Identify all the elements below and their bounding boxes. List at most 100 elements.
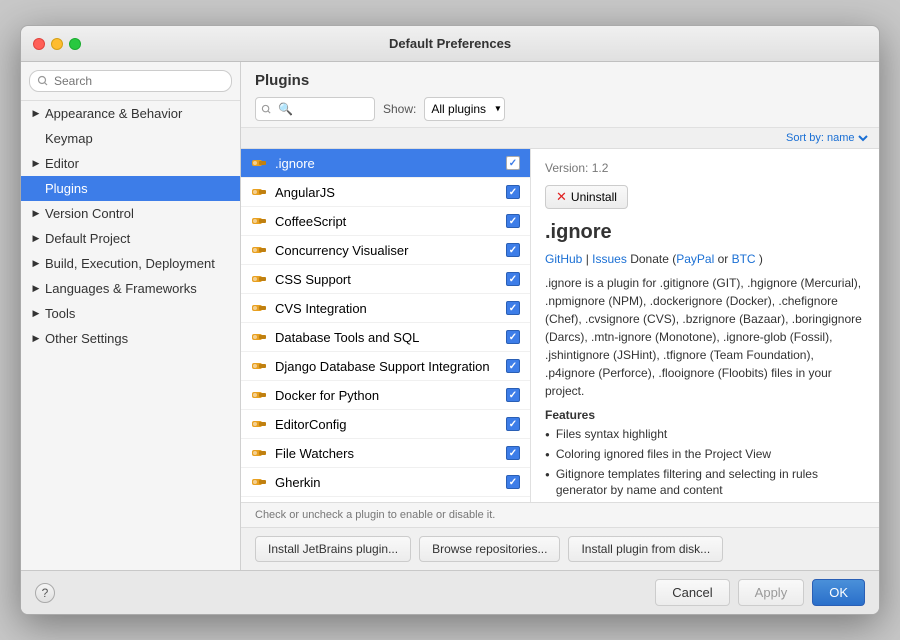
plugin-item-css[interactable]: CSS Support bbox=[241, 265, 530, 294]
plugin-name: CVS Integration bbox=[275, 301, 506, 316]
plugin-item-filewatchers[interactable]: File Watchers bbox=[241, 439, 530, 468]
issues-link[interactable]: Issues bbox=[592, 252, 627, 266]
paypal-link[interactable]: PayPal bbox=[676, 252, 714, 266]
arrow-icon: ▶ bbox=[31, 159, 41, 169]
plugin-item-django[interactable]: Django Database Support Integration bbox=[241, 352, 530, 381]
plugin-checkbox[interactable] bbox=[506, 475, 520, 489]
plugin-checkbox[interactable] bbox=[506, 214, 520, 228]
plugin-item-concurrency[interactable]: Concurrency Visualiser bbox=[241, 236, 530, 265]
sidebar-item-other-settings[interactable]: ▶Other Settings bbox=[21, 326, 240, 351]
sort-dropdown[interactable]: Sort by: name bbox=[782, 131, 871, 145]
install-jetbrains-button[interactable]: Install JetBrains plugin... bbox=[255, 536, 411, 562]
sidebar-item-label: Other Settings bbox=[45, 331, 128, 346]
plugin-checkbox[interactable] bbox=[506, 156, 520, 170]
github-link[interactable]: GitHub bbox=[545, 252, 582, 266]
show-label: Show: bbox=[383, 102, 416, 116]
sidebar-item-tools[interactable]: ▶ Tools bbox=[21, 301, 240, 326]
plugin-name: .ignore bbox=[275, 156, 506, 171]
cancel-button[interactable]: Cancel bbox=[655, 579, 729, 606]
sidebar-item-default-project[interactable]: ▶Default Project bbox=[21, 226, 240, 251]
plugin-item-coffeescript[interactable]: CoffeeScript bbox=[241, 207, 530, 236]
sidebar-item-languages[interactable]: ▶Languages & Frameworks bbox=[21, 276, 240, 301]
show-dropdown[interactable]: All pluginsEnabledDisabledBundledCustom bbox=[424, 97, 505, 121]
feature-item: Files syntax highlight bbox=[545, 426, 865, 443]
plugin-checkbox[interactable] bbox=[506, 388, 520, 402]
window-title: Default Preferences bbox=[389, 36, 511, 51]
traffic-lights bbox=[33, 38, 81, 50]
btc-link[interactable]: BTC bbox=[732, 252, 756, 266]
plugin-icon bbox=[251, 155, 267, 171]
arrow-icon: ▶ bbox=[31, 209, 41, 219]
plugin-checkbox[interactable] bbox=[506, 359, 520, 373]
detail-desc-title: .ignore bbox=[545, 221, 865, 244]
sidebar-search-input[interactable] bbox=[29, 70, 232, 92]
plugin-name: AngularJS bbox=[275, 185, 506, 200]
show-dropdown-wrapper: All pluginsEnabledDisabledBundledCustom bbox=[424, 97, 505, 121]
close-button[interactable] bbox=[33, 38, 45, 50]
plugin-item-database[interactable]: Database Tools and SQL bbox=[241, 323, 530, 352]
arrow-icon: ▶ bbox=[31, 259, 41, 269]
plugin-checkbox[interactable] bbox=[506, 301, 520, 315]
plugin-icon bbox=[251, 242, 267, 258]
sidebar-item-label: Build, Execution, Deployment bbox=[45, 256, 215, 271]
sidebar-item-label: Tools bbox=[45, 306, 75, 321]
detail-version: Version: 1.2 bbox=[545, 161, 865, 175]
minimize-button[interactable] bbox=[51, 38, 63, 50]
help-button[interactable]: ? bbox=[35, 583, 55, 603]
arrow-icon: ▶ bbox=[31, 109, 41, 119]
plugins-content: .ignore AngularJS CoffeeScript Concurrency … bbox=[241, 149, 879, 502]
plugin-name: File Watchers bbox=[275, 446, 506, 461]
plugin-name: CoffeeScript bbox=[275, 214, 506, 229]
plugin-checkbox[interactable] bbox=[506, 272, 520, 286]
sidebar-item-version-control[interactable]: ▶Version Control bbox=[21, 201, 240, 226]
sidebar-item-build[interactable]: ▶ Build, Execution, Deployment bbox=[21, 251, 240, 276]
browse-repos-button[interactable]: Browse repositories... bbox=[419, 536, 560, 562]
sidebar-item-label: Appearance & Behavior bbox=[45, 106, 182, 121]
sidebar-item-keymap[interactable]: Keymap bbox=[21, 126, 240, 151]
plugin-icon bbox=[251, 445, 267, 461]
plugins-search-input[interactable] bbox=[255, 97, 375, 121]
panel-title: Plugins bbox=[255, 72, 865, 89]
uninstall-icon: ✕ bbox=[556, 189, 567, 205]
plugin-item-ignore[interactable]: .ignore bbox=[241, 149, 530, 178]
sort-bar: Sort by: name bbox=[241, 128, 879, 149]
plugin-checkbox[interactable] bbox=[506, 330, 520, 344]
plugin-icon bbox=[251, 387, 267, 403]
ok-button[interactable]: OK bbox=[812, 579, 865, 606]
uninstall-button[interactable]: ✕ Uninstall bbox=[545, 185, 628, 209]
plugin-list: .ignore AngularJS CoffeeScript Concurrency … bbox=[241, 149, 531, 502]
plugin-item-editorconfig[interactable]: EditorConfig bbox=[241, 410, 530, 439]
sidebar-search-container bbox=[21, 62, 240, 101]
plugin-name: Docker for Python bbox=[275, 388, 506, 403]
sidebar-item-editor[interactable]: ▶Editor bbox=[21, 151, 240, 176]
panel-header: Plugins Show: All pluginsEnabledDisabled… bbox=[241, 62, 879, 128]
sidebar-item-appearance[interactable]: ▶ Appearance & Behavior bbox=[21, 101, 240, 126]
arrow-icon: ▶ bbox=[31, 309, 41, 319]
sidebar: ▶ Appearance & Behavior Keymap▶EditorPlugi… bbox=[21, 62, 241, 570]
install-disk-button[interactable]: Install plugin from disk... bbox=[568, 536, 723, 562]
plugin-icon bbox=[251, 416, 267, 432]
plugin-checkbox[interactable] bbox=[506, 446, 520, 460]
plugin-item-docker[interactable]: Docker for Python bbox=[241, 381, 530, 410]
detail-links: GitHub | Issues Donate (PayPal or BTC ) bbox=[545, 252, 865, 266]
feature-item: Gitignore templates filtering and select… bbox=[545, 466, 865, 500]
footer-left: ? bbox=[35, 583, 55, 603]
preferences-window: Default Preferences ▶ Appearance & Behavi… bbox=[20, 25, 880, 615]
plugin-icon bbox=[251, 271, 267, 287]
sidebar-item-label: Default Project bbox=[45, 231, 130, 246]
apply-button[interactable]: Apply bbox=[738, 579, 805, 606]
feature-item: Coloring ignored files in the Project Vi… bbox=[545, 446, 865, 463]
plugin-item-angularjs[interactable]: AngularJS bbox=[241, 178, 530, 207]
sidebar-item-plugins[interactable]: Plugins bbox=[21, 176, 240, 201]
maximize-button[interactable] bbox=[69, 38, 81, 50]
plugin-name: Django Database Support Integration bbox=[275, 359, 506, 374]
plugin-icon bbox=[251, 329, 267, 345]
plugin-checkbox[interactable] bbox=[506, 417, 520, 431]
plugin-item-gherkin[interactable]: Gherkin bbox=[241, 468, 530, 497]
plugin-checkbox[interactable] bbox=[506, 243, 520, 257]
plugin-icon bbox=[251, 474, 267, 490]
uninstall-label: Uninstall bbox=[571, 190, 617, 204]
plugin-name: Concurrency Visualiser bbox=[275, 243, 506, 258]
plugin-item-cvs[interactable]: CVS Integration bbox=[241, 294, 530, 323]
plugin-checkbox[interactable] bbox=[506, 185, 520, 199]
